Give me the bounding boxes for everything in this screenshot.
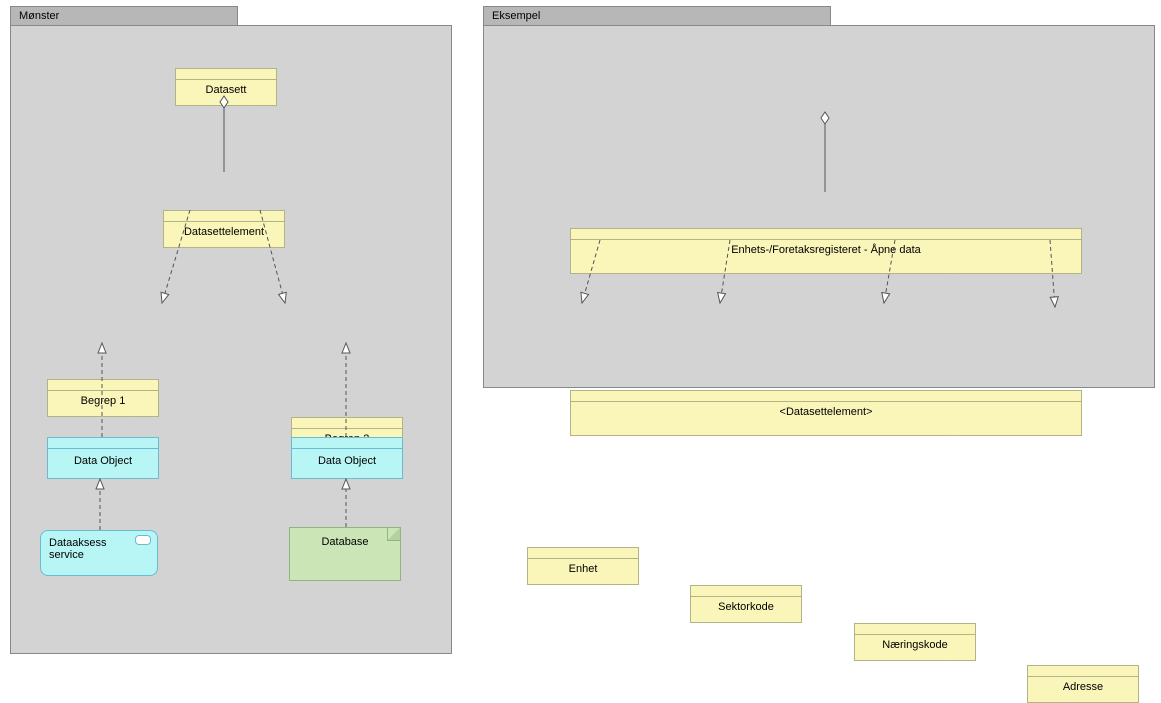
note-header (176, 69, 276, 80)
data-object-1: Data Object (47, 437, 159, 479)
note-sektorkode: Sektorkode (690, 585, 802, 623)
note-header (292, 418, 402, 429)
note-ex-datasettelement-label: <Datasettelement> (571, 402, 1081, 422)
data-object-2: Data Object (291, 437, 403, 479)
note-begrep1-label: Begrep 1 (48, 391, 158, 411)
note-adresse-label: Adresse (1028, 677, 1138, 697)
note-header (571, 229, 1081, 240)
data-object-1-label: Data Object (48, 449, 158, 473)
note-datasettelement-label: Datasettelement (164, 222, 284, 242)
note-enhet-label: Enhet (528, 559, 638, 579)
note-datasett: Datasett (175, 68, 277, 106)
artifact-database: Database (289, 527, 401, 581)
note-enhet: Enhet (527, 547, 639, 585)
note-naeringskode-label: Næringskode (855, 635, 975, 655)
artifact-corner-icon (387, 528, 400, 541)
note-datasett-label: Datasett (176, 80, 276, 100)
data-obj-header (292, 438, 402, 449)
artifact-label: Database (321, 536, 368, 548)
note-begrep1: Begrep 1 (47, 379, 159, 417)
note-register: Enhets-/Foretaksregisteret - Åpne data (570, 228, 1082, 274)
note-header (855, 624, 975, 635)
note-sektorkode-label: Sektorkode (691, 597, 801, 617)
service-label: Dataaksess service (49, 537, 119, 561)
note-header (571, 391, 1081, 402)
note-ex-datasettelement: <Datasettelement> (570, 390, 1082, 436)
note-header (48, 380, 158, 391)
data-object-2-label: Data Object (292, 449, 402, 473)
note-header (691, 586, 801, 597)
service-dataaksess: Dataaksess service (40, 530, 158, 576)
group-example-title: Eksempel (483, 6, 831, 25)
note-naeringskode: Næringskode (854, 623, 976, 661)
service-icon (135, 535, 151, 545)
note-header (528, 548, 638, 559)
note-register-label: Enhets-/Foretaksregisteret - Åpne data (571, 240, 1081, 260)
note-datasettelement: Datasettelement (163, 210, 285, 248)
group-example: Eksempel (483, 25, 1155, 388)
group-pattern-title: Mønster (10, 6, 238, 25)
data-obj-header (48, 438, 158, 449)
note-adresse: Adresse (1027, 665, 1139, 703)
note-header (1028, 666, 1138, 677)
note-header (164, 211, 284, 222)
